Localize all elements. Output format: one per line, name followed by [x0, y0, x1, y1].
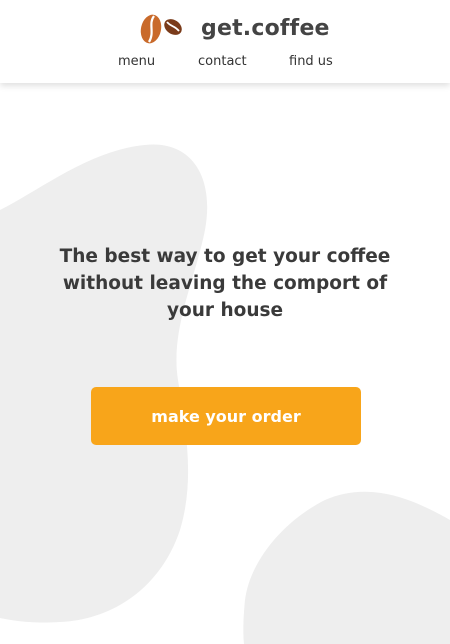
site-header: get.coffee menu contact find us [0, 0, 450, 83]
main-nav: menu contact find us [0, 53, 450, 71]
brand[interactable]: get.coffee [140, 12, 330, 44]
nav-item-contact[interactable]: contact [198, 53, 247, 71]
coffee-beans-icon [140, 14, 182, 44]
left-blob [0, 144, 208, 623]
make-order-button[interactable]: make your order [91, 387, 361, 445]
right-blob [243, 491, 450, 644]
nav-item-find-us[interactable]: find us [289, 53, 333, 71]
nav-item-menu[interactable]: menu [118, 53, 155, 71]
brand-name: get.coffee [201, 15, 330, 41]
hero-headline: The best way to get your coffee without … [59, 246, 391, 321]
